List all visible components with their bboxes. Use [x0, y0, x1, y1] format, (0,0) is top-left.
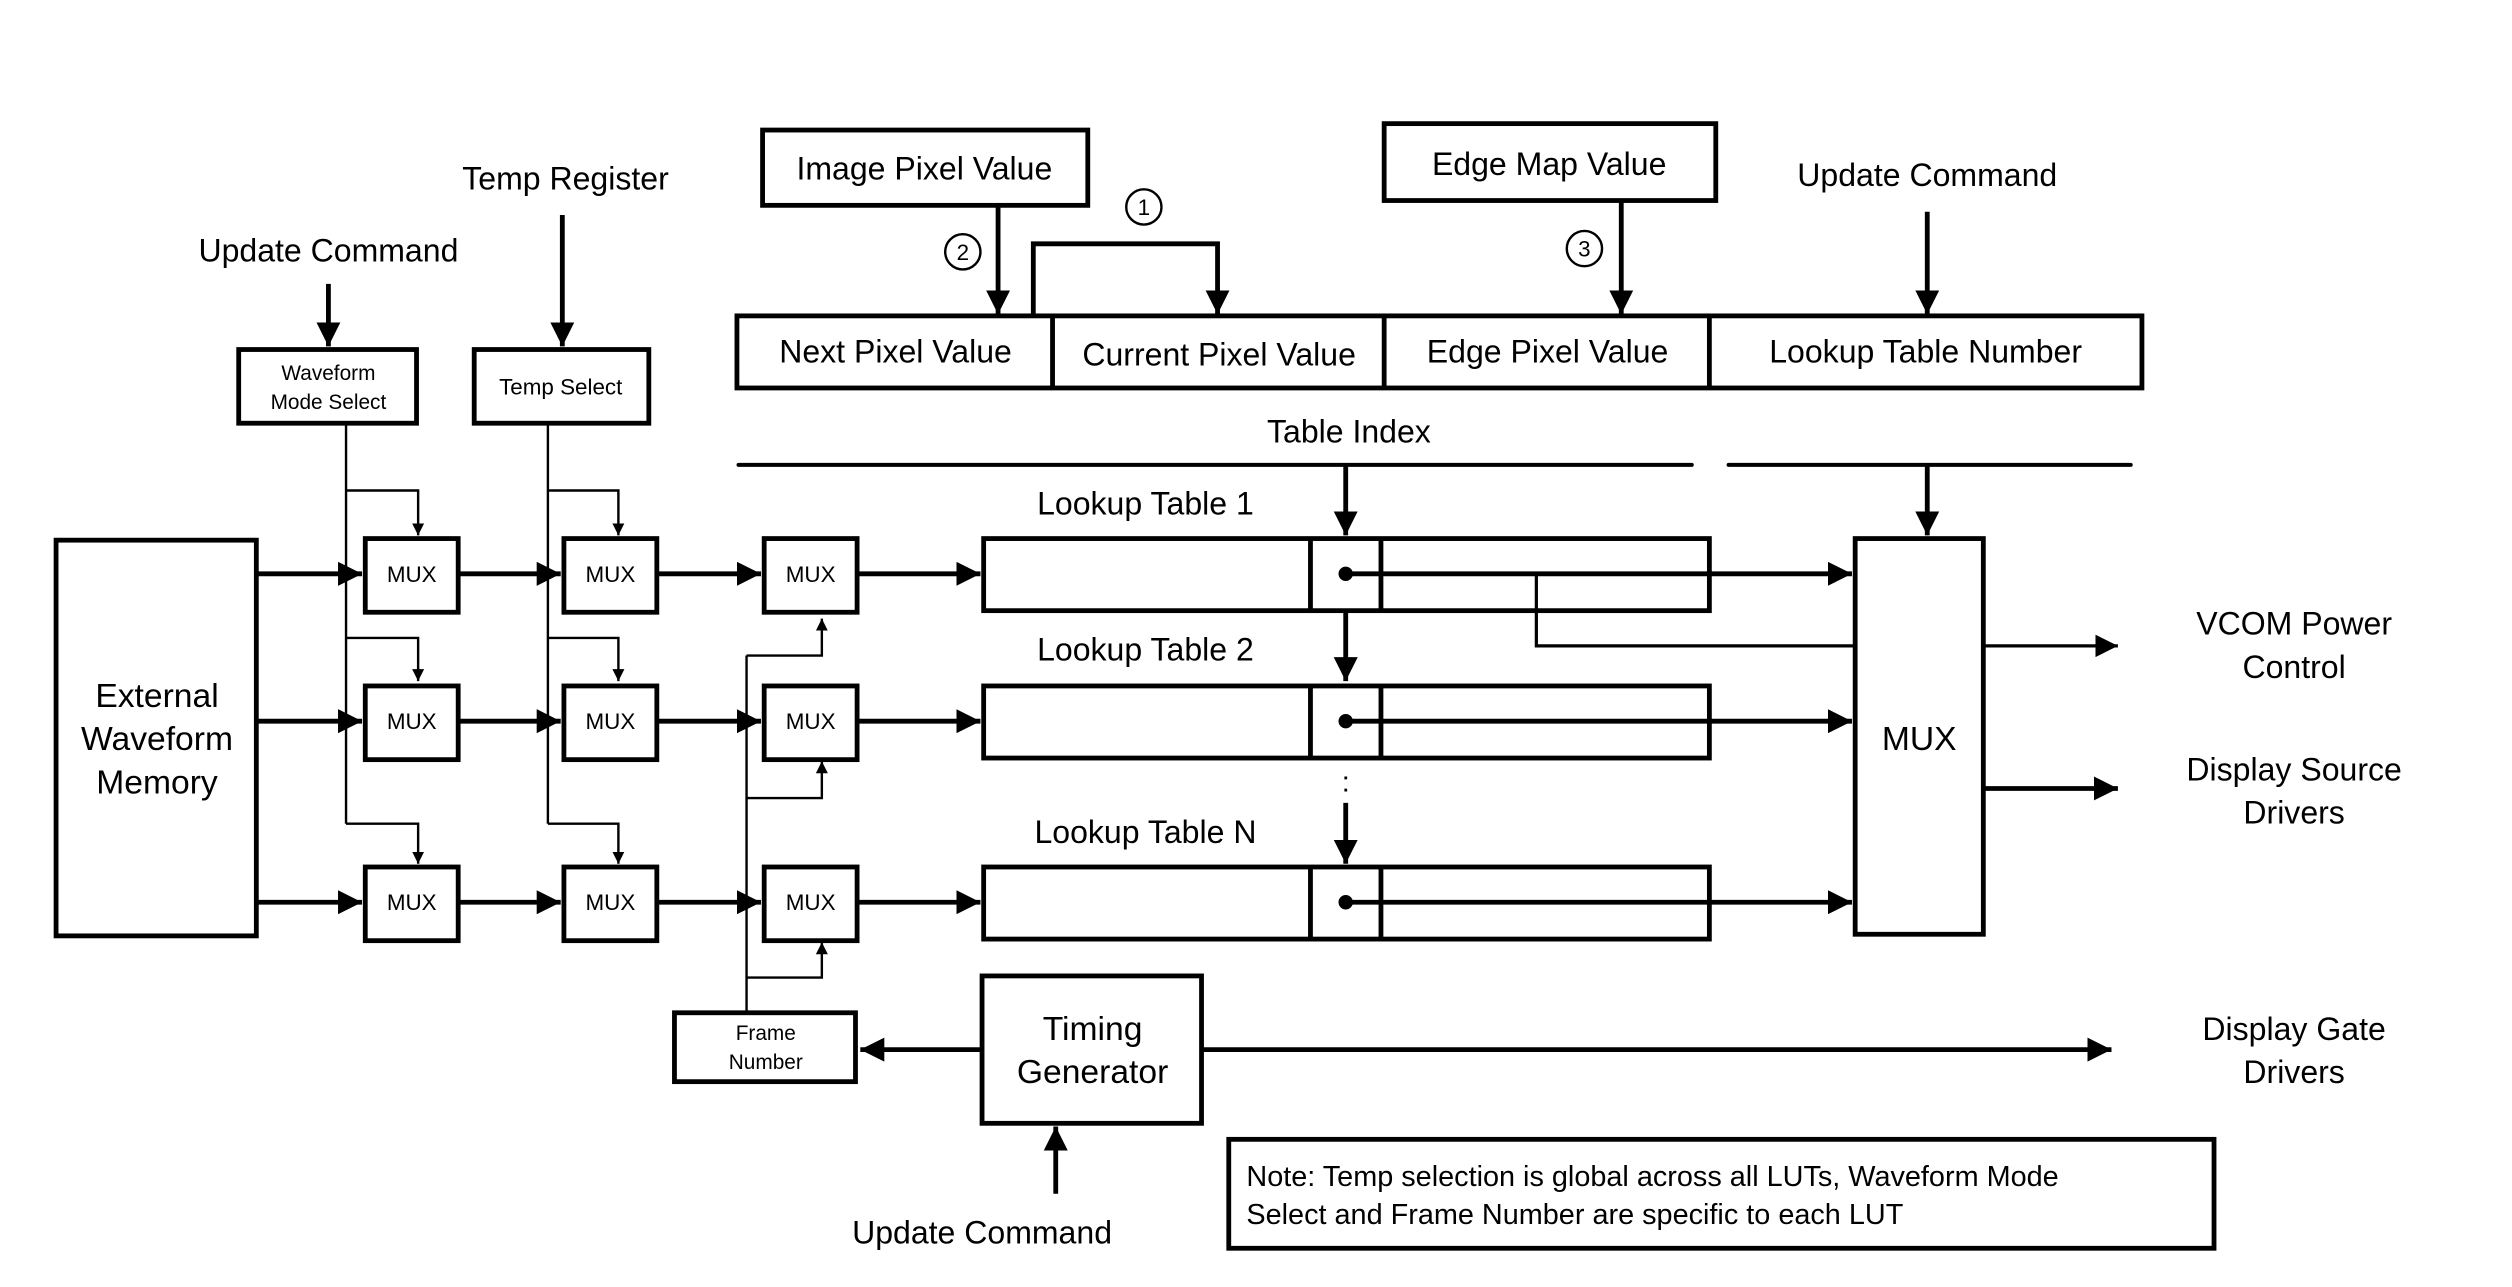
- temp-select-box: Temp Select: [471, 347, 652, 426]
- frame-number-tap-2: [746, 761, 828, 800]
- timing-generator: Timing Generator: [979, 973, 1204, 1126]
- timing-generator-line2: Generator: [1017, 1054, 1168, 1091]
- step-3-number: 3: [1578, 237, 1590, 262]
- timing-generator-line1: Timing: [1043, 1011, 1143, 1048]
- output-mux: MUX: [1852, 536, 1986, 937]
- memory-line2: Waveform: [81, 721, 233, 758]
- waveform-mode-select-line1: Waveform: [281, 362, 375, 385]
- gate-label-line2: Drivers: [2243, 1054, 2344, 1090]
- register-field-lut-number: Lookup Table Number: [1769, 333, 2082, 369]
- frame-number-box: Frame Number: [672, 1010, 858, 1085]
- frame-number-tap-1: [746, 618, 828, 657]
- vcom-label-line2: Control: [2242, 649, 2345, 685]
- vcom-label-line1: VCOM Power: [2196, 606, 2392, 642]
- mux-block: MUX: [362, 683, 461, 763]
- mux-label: MUX: [585, 890, 635, 915]
- waveform-select-tap-3: [346, 822, 425, 864]
- temp-select-tap-2: [547, 636, 625, 682]
- mux-block: MUX: [561, 536, 660, 615]
- waveform-select-tap-1: [346, 489, 425, 536]
- temp-select-tap-3: [547, 822, 625, 864]
- note-line1: Note: Temp selection is global across al…: [1246, 1161, 2058, 1193]
- register-field-current-pixel: Current Pixel Value: [1082, 337, 1356, 373]
- mux-block: MUX: [761, 864, 860, 944]
- lut-n-label: Lookup Table N: [1034, 814, 1256, 850]
- frame-number-line1: Frame: [736, 1022, 796, 1045]
- frame-number-tap-3: [746, 942, 828, 979]
- mux-label: MUX: [786, 709, 836, 734]
- lut-1-label: Lookup Table 1: [1037, 486, 1254, 522]
- mux-label: MUX: [585, 562, 635, 587]
- temp-select-label: Temp Select: [499, 374, 623, 399]
- source-label-line2: Drivers: [2243, 795, 2344, 831]
- mux-label: MUX: [585, 709, 635, 734]
- next-to-current-arrow: [1030, 241, 1230, 315]
- temp-select-tap-1: [547, 489, 625, 536]
- mux-label: MUX: [786, 562, 836, 587]
- output-mux-label: MUX: [1882, 721, 1957, 758]
- image-pixel-value-label: Image Pixel Value: [796, 151, 1052, 187]
- note-line2: Select and Frame Number are specific to …: [1246, 1199, 1903, 1231]
- gate-label-line1: Display Gate: [2202, 1011, 2385, 1047]
- mux-block: MUX: [761, 536, 860, 615]
- update-command-left-label: Update Command: [198, 232, 458, 268]
- table-index-label: Table Index: [1267, 413, 1431, 449]
- register-field-next-pixel: Next Pixel Value: [779, 333, 1012, 369]
- step-2-number: 2: [957, 240, 969, 265]
- mux-block: MUX: [362, 536, 461, 615]
- image-pixel-value-box: Image Pixel Value: [760, 127, 1091, 208]
- lookup-table-block: [981, 536, 1852, 614]
- temp-register-label: Temp Register: [462, 160, 669, 196]
- mux-block: MUX: [561, 864, 660, 944]
- lookup-table-block: [981, 683, 1852, 761]
- lut-ellipsis: :: [1342, 767, 1350, 799]
- mux-block: MUX: [362, 864, 461, 944]
- pixel-register: Next Pixel Value Current Pixel Value Edg…: [734, 313, 2145, 391]
- source-label-line1: Display Source: [2186, 751, 2401, 787]
- waveform-select-tap-2: [346, 636, 425, 682]
- waveform-mode-select-box: Waveform Mode Select: [236, 347, 419, 426]
- lut-2-label: Lookup Table 2: [1037, 631, 1254, 667]
- lut-block-diagram: Temp Register Update Command Waveform Mo…: [53, 121, 2402, 1251]
- mux-label: MUX: [786, 890, 836, 915]
- update-command-bottom-label: Update Command: [852, 1214, 1112, 1250]
- mux-block: MUX: [761, 683, 860, 763]
- mux-label: MUX: [387, 562, 437, 587]
- lookup-table-block: [981, 864, 1852, 942]
- mux-block: MUX: [561, 683, 660, 763]
- frame-number-line2: Number: [729, 1051, 803, 1074]
- step-1-number: 1: [1138, 195, 1150, 220]
- mux-label: MUX: [387, 890, 437, 915]
- memory-line1: External: [95, 678, 218, 715]
- edge-map-value-box: Edge Map Value: [1381, 121, 1719, 203]
- memory-line3: Memory: [96, 764, 218, 801]
- external-waveform-memory: External Waveform Memory: [53, 537, 259, 939]
- mux-label: MUX: [387, 709, 437, 734]
- update-command-right-label: Update Command: [1797, 157, 2057, 193]
- register-field-edge-pixel: Edge Pixel Value: [1427, 333, 1669, 369]
- edge-map-value-label: Edge Map Value: [1432, 146, 1666, 182]
- note-box: Note: Temp selection is global across al…: [1226, 1136, 2217, 1251]
- waveform-mode-select-line2: Mode Select: [271, 391, 387, 414]
